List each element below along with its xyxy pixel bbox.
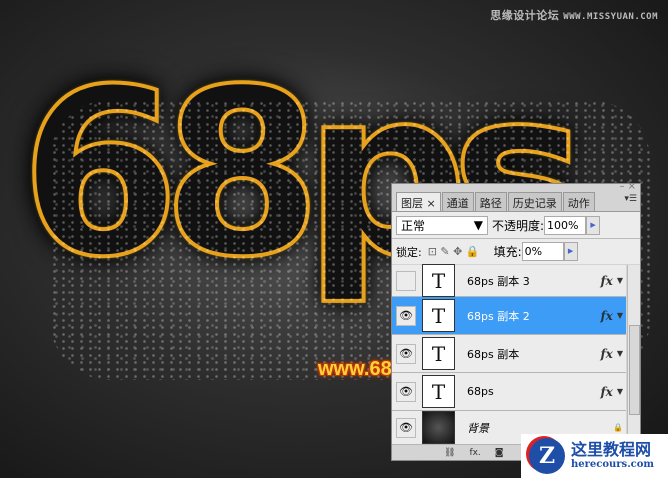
tab-history[interactable]: 历史记录	[507, 192, 562, 211]
tab-paths[interactable]: 路径	[474, 192, 507, 211]
blend-mode-select[interactable]: 正常 ▼	[396, 215, 488, 235]
lock-icon: 🔒	[613, 423, 623, 432]
layer-row[interactable]: T 68ps 副本 3 fx ▼	[392, 264, 626, 297]
lock-icons[interactable]: ⊡ ✎ ✥ 🔒	[428, 245, 480, 258]
tab-actions[interactable]: 动作	[562, 192, 595, 211]
chevron-down-icon: ▼	[473, 218, 483, 232]
logo-mark: Z	[529, 438, 565, 474]
layer-name: 68ps 副本	[467, 347, 520, 361]
expand-icon[interactable]: ▼	[617, 311, 623, 320]
expand-icon[interactable]: ▼	[617, 276, 623, 285]
text-layer-thumb: T	[422, 264, 455, 297]
opacity-input[interactable]: 100%	[544, 215, 587, 235]
fx-icon[interactable]: fx	[601, 385, 613, 399]
watermark-cn: 思缘设计论坛	[490, 9, 560, 22]
link-icon[interactable]: ⛓	[444, 448, 455, 460]
tab-layers[interactable]: 图层 ×	[396, 192, 441, 211]
watermark-url: WWW.MISSYUAN.COM	[563, 12, 658, 22]
text-layer-thumb: T	[422, 299, 455, 332]
fill-label: 填充:	[493, 245, 522, 259]
eye-icon[interactable]: 👁	[396, 381, 416, 402]
opacity-label: 不透明度:	[492, 218, 545, 233]
fill-input[interactable]: 0%	[521, 242, 564, 261]
background-layer-thumb	[422, 411, 455, 444]
panel-tabs: 图层 × 通道 路径 历史记录 动作	[392, 192, 640, 212]
expand-icon[interactable]: ▼	[617, 387, 623, 396]
fx-icon[interactable]: fx	[601, 274, 613, 288]
mask-icon[interactable]: ◙	[495, 448, 504, 460]
opacity-slider-button[interactable]: ▶	[586, 215, 601, 235]
window-controls[interactable]: – ×	[619, 181, 636, 192]
eye-icon[interactable]: 👁	[396, 305, 416, 326]
watermark: 思缘设计论坛 WWW.MISSYUAN.COM	[490, 7, 658, 23]
layer-name: 68ps	[467, 385, 494, 398]
scrollbar-thumb[interactable]	[629, 325, 640, 415]
logo-title: 这里教程网	[571, 440, 652, 459]
text-layer-thumb: T	[422, 337, 455, 370]
tab-channels[interactable]: 通道	[441, 192, 474, 211]
layer-row[interactable]: 👁 T 68ps 副本 fx ▼	[392, 335, 626, 373]
eye-icon[interactable]: 👁	[396, 343, 416, 364]
layer-name: 68ps 副本 3	[467, 274, 530, 288]
panel-menu-icon[interactable]: ▾☰	[624, 194, 637, 204]
layers-scrollbar[interactable]	[627, 265, 640, 451]
fill-slider-button[interactable]: ▶	[563, 242, 578, 261]
visibility-toggle-off[interactable]	[396, 270, 416, 291]
eye-icon[interactable]: 👁	[396, 417, 416, 438]
fx-icon[interactable]: fx	[601, 309, 613, 323]
logo-url: herecours.com	[571, 459, 655, 470]
expand-icon[interactable]: ▼	[617, 349, 623, 358]
text-layer-thumb: T	[422, 375, 455, 408]
layer-row[interactable]: 👁 T 68ps 副本 2 fx ▼	[392, 297, 626, 335]
layer-list: T 68ps 副本 3 fx ▼ 👁 T 68ps 副本 2 fx ▼ 👁 T 68…	[392, 264, 626, 445]
blend-mode-value: 正常	[401, 218, 426, 233]
lock-label: 锁定:	[396, 245, 422, 259]
fx-menu-icon[interactable]: fx.	[469, 448, 480, 460]
layer-name: 68ps 副本 2	[467, 309, 530, 323]
layers-panel: – × 图层 × 通道 路径 历史记录 动作 ▾☰ 正常 ▼ 不透明度: 100%…	[391, 181, 641, 461]
site-logo: Z 这里教程网 herecours.com	[521, 434, 668, 478]
layer-row[interactable]: 👁 T 68ps fx ▼	[392, 373, 626, 411]
fx-icon[interactable]: fx	[601, 347, 613, 361]
